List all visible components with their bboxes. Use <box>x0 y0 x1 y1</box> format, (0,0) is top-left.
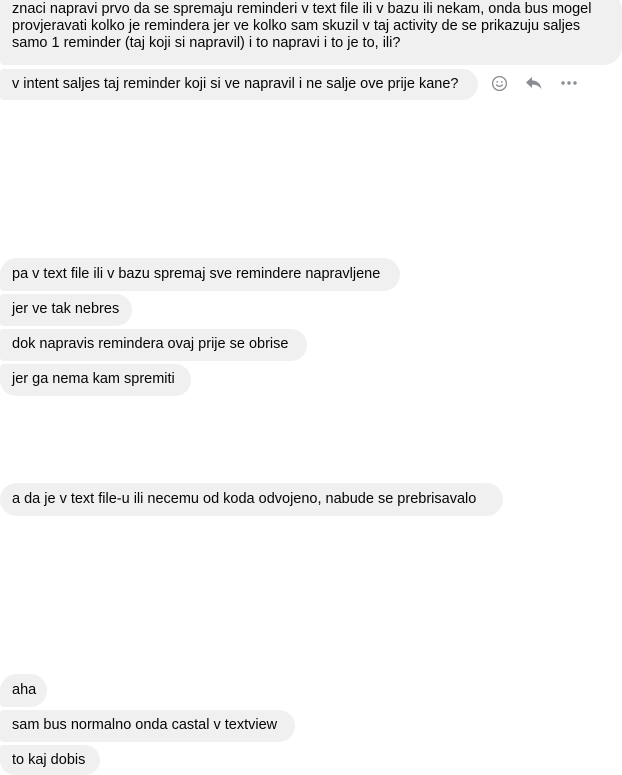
message-bubble: v intent saljes taj reminder koji si ve … <box>0 69 478 100</box>
message-bubble: to kaj dobis <box>0 745 100 775</box>
smiley-icon[interactable] <box>489 73 509 93</box>
message-bubble: jer ga nema kam spremiti <box>0 364 191 396</box>
reply-icon[interactable] <box>524 73 544 93</box>
more-icon[interactable] <box>559 73 579 93</box>
message-text: to kaj dobis <box>12 752 86 768</box>
message-text: jer ga nema kam spremiti <box>12 371 175 387</box>
message-text: dok napravis remindera ovaj prije se obr… <box>12 336 289 352</box>
message-text: pa v text file ili v bazu spremaj sve re… <box>12 266 381 282</box>
message-bubble: znaci napravi prvo da se spremaju remind… <box>0 0 622 65</box>
message-text: v intent saljes taj reminder koji si ve … <box>12 76 459 92</box>
message-bubble: dok napravis remindera ovaj prije se obr… <box>0 329 307 361</box>
message-text: jer ve tak nebres <box>12 301 120 317</box>
message-bubble: jer ve tak nebres <box>0 294 132 326</box>
message-bubble: pa v text file ili v bazu spremaj sve re… <box>0 258 400 291</box>
message-text: sam bus normalno onda castal v textview <box>12 717 278 733</box>
message-text: aha <box>12 682 37 698</box>
chat-thread: znaci napravi prvo da se spremaju remind… <box>0 0 622 775</box>
message-bubble: aha <box>0 674 47 707</box>
message-bubble: a da je v text file-u ili necemu od koda… <box>0 483 503 516</box>
message-text: a da je v text file-u ili necemu od koda… <box>12 491 477 507</box>
message-text: znaci napravi prvo da se spremaju remind… <box>12 1 592 51</box>
message-actions <box>489 73 579 93</box>
message-bubble: sam bus normalno onda castal v textview <box>0 710 295 742</box>
